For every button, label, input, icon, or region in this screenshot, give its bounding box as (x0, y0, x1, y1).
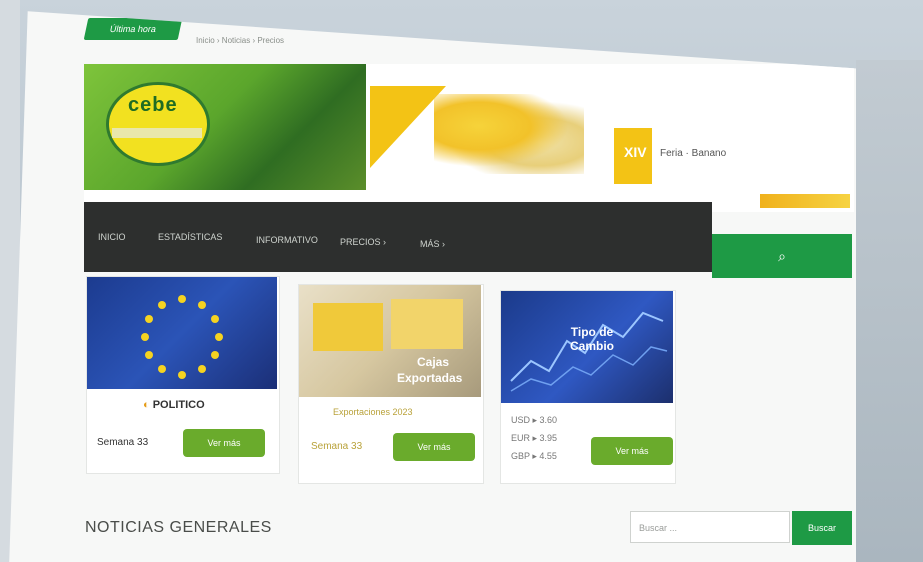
site-logo-text: cebe (128, 94, 178, 116)
card-2-caption: Exportaciones 2023 (333, 407, 413, 417)
exchange-chart-image: Tipo de Cambio (501, 291, 673, 403)
breaking-news-tag[interactable]: Última hora (83, 18, 183, 40)
price-chart-image: Cajas Exportadas (299, 285, 481, 397)
card-1-meta: Semana 33 (97, 437, 149, 448)
image-label: Tipo de Cambio (569, 325, 614, 353)
image-label-1: Cajas (417, 355, 450, 369)
search-icon: ⌕ (778, 248, 786, 264)
fair-title: Feria · Banano (660, 148, 727, 159)
news-search-input[interactable]: Buscar ... (630, 511, 790, 543)
nav-item-precios[interactable]: PRECIOS › (340, 237, 386, 247)
european-flag-image (87, 277, 277, 389)
politico-logo: ◐ POLITICO (143, 399, 205, 411)
image-label-2: Exportadas (397, 371, 463, 385)
chart-card-left (313, 303, 383, 351)
eu-stars-icon (141, 295, 223, 379)
card-1-more-button[interactable]: Ver más (183, 429, 265, 457)
browser-screen: Última hora Inicio › Noticias › Precios … (9, 11, 923, 562)
main-nav: INICIO ESTADÍSTICAS INFORMATIVO PRECIOS … (84, 202, 712, 272)
rate-eur: EUR ▸ 3.95 (511, 433, 558, 443)
nav-item-mas[interactable]: MÁS › (420, 239, 445, 249)
card-3-more-button[interactable]: Ver más (591, 437, 673, 465)
news-search-button[interactable]: Buscar (792, 511, 852, 545)
rate-gbp: GBP ▸ 4.55 (511, 451, 557, 461)
background-panel (856, 60, 923, 562)
logo-subtitle (112, 128, 202, 138)
news-card-3[interactable]: Tipo de Cambio USD ▸ 3.60 EUR ▸ 3.95 GBP… (500, 290, 676, 484)
nav-search-button[interactable]: ⌕ (712, 234, 852, 278)
banner-green-panel: cebe (84, 64, 366, 190)
fair-badge-text: XIV (624, 144, 647, 160)
rate-usd: USD ▸ 3.60 (511, 415, 558, 425)
breadcrumb: Inicio › Noticias › Precios (196, 36, 285, 45)
card-2-more-button[interactable]: Ver más (393, 433, 475, 461)
nav-item-informativo[interactable]: INFORMATIVO (256, 235, 318, 245)
news-card-2[interactable]: Cajas Exportadas Exportaciones 2023 Sema… (298, 284, 484, 484)
news-card-1[interactable]: ◐ POLITICO Semana 33 Ver más (86, 276, 280, 474)
section-title: NOTICIAS GENERALES (85, 519, 272, 536)
nav-item-estadisticas[interactable]: ESTADÍSTICAS (158, 232, 222, 242)
chart-card-right (391, 299, 463, 349)
bananas-image (434, 94, 584, 174)
nav-item-inicio[interactable]: INICIO (98, 232, 126, 242)
header-banner: cebe XIV Feria · Banano (84, 64, 854, 212)
fair-accent-bar (760, 194, 850, 208)
card-2-meta: Semana 33 (311, 441, 363, 452)
